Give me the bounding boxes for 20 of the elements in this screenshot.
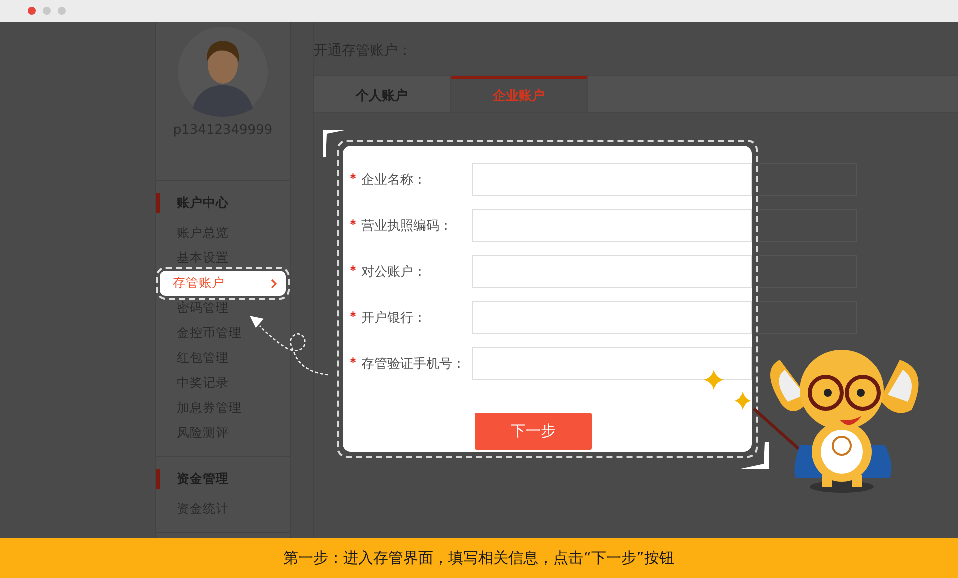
input-field[interactable] [472,209,752,242]
field-label: 对公账户： [362,264,428,280]
field-label: 开户银行： [362,310,428,326]
input-field[interactable] [472,255,752,288]
input-field[interactable] [472,163,752,196]
sparkle-icon [704,370,724,390]
input-field[interactable] [472,347,752,380]
sidebar-item[interactable]: 存管账户 [160,271,286,296]
field-label: 企业名称： [362,172,428,188]
avatar-icon [178,27,268,117]
step-caption: 第一步：进入存管界面，填写相关信息，点击“下一步”按钮 [0,538,958,578]
input-field[interactable] [472,301,752,334]
corner-mark [741,442,769,469]
next-step-button[interactable]: 下一步 [475,413,592,450]
chevron-right-icon [270,278,278,288]
sparkle-icon [735,392,751,410]
corner-mark [323,130,347,157]
tab[interactable]: 企业账户 [451,76,588,112]
field-label: 营业执照编码： [362,218,454,234]
field-label: 存管验证手机号： [362,356,467,372]
